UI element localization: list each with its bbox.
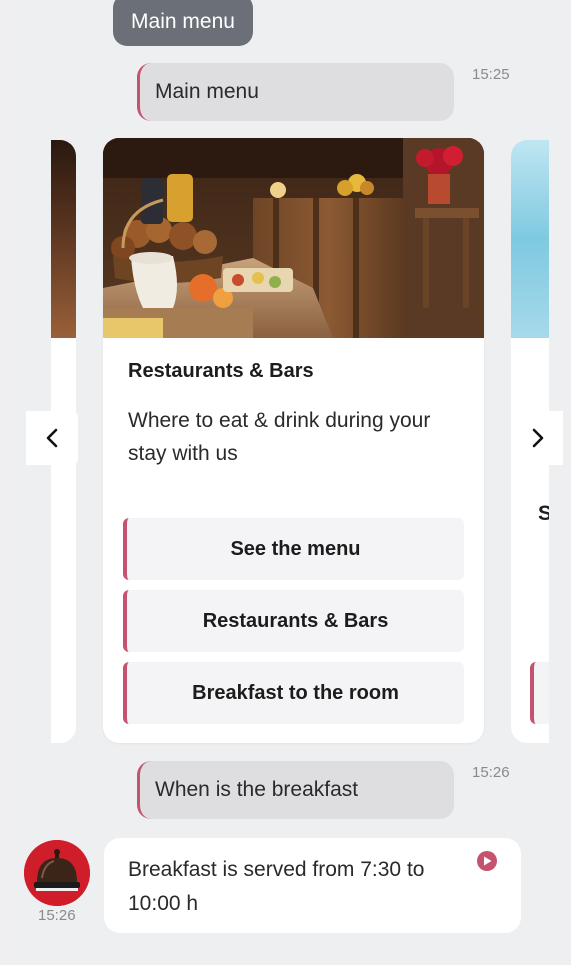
play-icon[interactable] [476,850,498,872]
message-timestamp: 15:26 [38,907,76,924]
carousel-next-button[interactable] [513,411,563,465]
user-message-text: When is the breakfast [155,778,359,801]
chevron-right-icon [532,428,544,448]
carousel-card: Restaurants & Bars Where to eat & drink … [103,138,484,743]
carousel-prev-button[interactable] [26,411,78,465]
quick-reply-pill-label: Main menu [131,10,235,33]
chat-window: Main menu Main menu 15:25 S Restaurants … [8,0,563,965]
card-button-partial[interactable] [530,662,549,724]
message-timestamp: 15:26 [472,764,510,781]
bot-avatar [24,840,90,906]
chevron-left-icon [46,428,58,448]
service-bell-icon [24,840,90,906]
card-image [511,140,549,338]
see-menu-button[interactable]: See the menu [123,518,464,580]
card-image [51,140,76,338]
bot-message: Breakfast is served from 7:30 to 10:00 h [104,838,521,933]
card-description: Where to eat & drink during your stay wi… [128,409,431,465]
restaurants-bars-button[interactable]: Restaurants & Bars [123,590,464,652]
card-image [103,138,484,338]
breakfast-to-room-button[interactable]: Breakfast to the room [123,662,464,724]
user-message: When is the breakfast [137,761,454,819]
card-title: Restaurants & Bars [128,360,314,382]
user-message: Main menu [137,63,454,121]
quick-reply-pill[interactable]: Main menu [113,0,253,46]
message-timestamp: 15:25 [472,66,510,83]
user-message-text: Main menu [155,80,259,103]
card-title-partial: S [538,502,549,525]
bot-message-text: Breakfast is served from 7:30 to 10:00 h [128,858,425,915]
